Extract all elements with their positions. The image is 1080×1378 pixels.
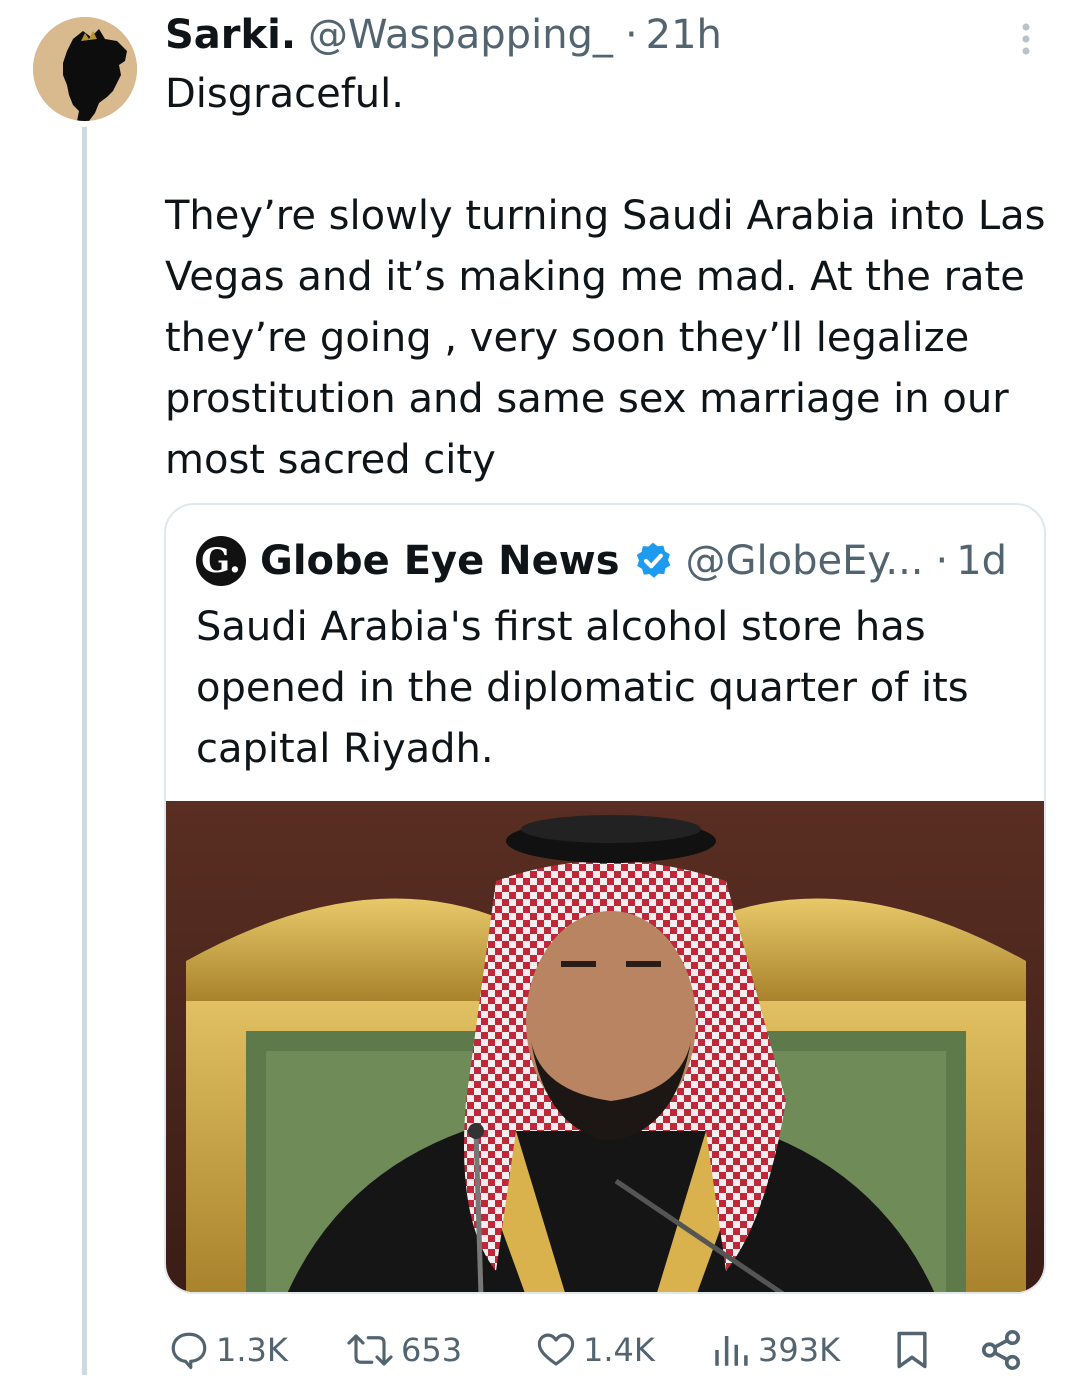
quoted-author-logo: G. [196,536,246,586]
action-bar: 1.3K 653 1.4K 393K [0,1322,1080,1378]
author-avatar[interactable] [33,17,137,121]
tweet-text: Disgraceful. They’re slowly turning Saud… [165,71,1046,483]
quoted-tweet-header: G. Globe Eye News @GlobeEy... · 1d [196,533,1007,589]
quoted-author-name: Globe Eye News [260,538,620,584]
quoted-tweet-text: Saudi Arabia's first alcohol store has o… [196,604,969,772]
repost-button[interactable]: 653 [345,1322,462,1378]
quoted-tweet-card[interactable]: G. Globe Eye News @GlobeEy... · 1d Saudi… [164,503,1046,1294]
quoted-tweet-image[interactable] [166,801,1046,1294]
quoted-author-handle: @GlobeEy... [685,538,924,584]
thread-line [82,127,87,1375]
quoted-separator-dot: · [935,538,949,584]
author-name[interactable]: Sarki. [165,12,296,58]
verified-icon [636,542,670,578]
tweet-header: Sarki. @Waspapping_ · 21h [165,10,722,60]
more-icon[interactable] [1008,20,1044,60]
share-button[interactable] [978,1322,1030,1378]
author-handle[interactable]: @Waspapping_ [308,12,613,58]
like-button[interactable]: 1.4K [535,1322,655,1378]
avatar-silhouette [33,17,137,121]
views-count: 393K [758,1331,841,1369]
reply-count: 1.3K [216,1331,288,1369]
quoted-timestamp: 1d [956,538,1008,584]
separator-dot: · [624,12,638,58]
reply-icon [171,1332,207,1370]
repost-count: 653 [401,1331,463,1369]
bookmark-button[interactable] [890,1322,940,1378]
like-count: 1.4K [583,1331,655,1369]
views-button[interactable]: 393K [710,1322,840,1378]
like-icon [537,1333,575,1366]
reply-button[interactable]: 1.3K [168,1322,288,1378]
share-icon [981,1329,1021,1371]
tweet-timestamp[interactable]: 21h [646,12,722,58]
views-icon [715,1336,748,1366]
bookmark-icon [897,1331,927,1369]
repost-icon [347,1334,393,1366]
